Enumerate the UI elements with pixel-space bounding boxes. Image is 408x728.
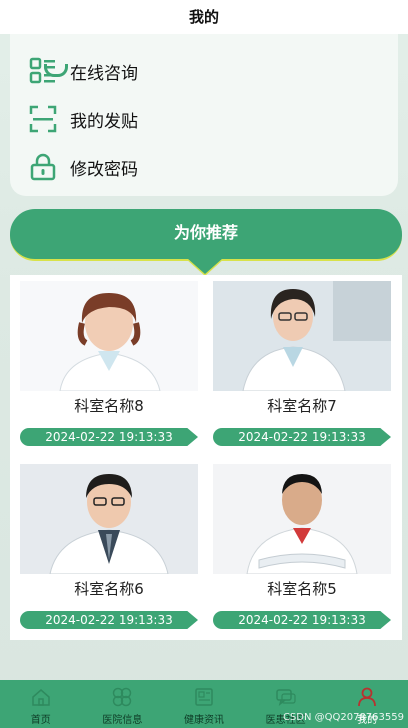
doctor-date-badge: 2024-02-22 19:13:33 (213, 611, 391, 629)
menu-item-label: 在线咨询 (70, 63, 138, 84)
menu-item-label: 我的发贴 (70, 111, 138, 132)
menu-item-label: 修改密码 (70, 159, 138, 180)
menu-item-my-posts[interactable]: 我的发贴 (28, 99, 368, 139)
nav-item-hospital-info[interactable]: 医院信息 (82, 680, 164, 728)
doctor-name: 科室名称5 (267, 580, 337, 598)
doctor-card[interactable]: 科室名称8 2024-02-22 19:13:33 (20, 275, 200, 450)
doctor-photo (20, 281, 198, 391)
list-icon (28, 56, 58, 86)
doctor-grid: 科室名称8 2024-02-22 19:13:33 科室名称7 2024-02-… (10, 275, 402, 640)
doctor-photo (213, 464, 391, 574)
doctor-photo (20, 464, 198, 574)
doctor-name: 科室名称8 (74, 397, 144, 415)
nav-label: 医院信息 (102, 715, 143, 726)
doctor-date-badge: 2024-02-22 19:13:33 (20, 428, 198, 446)
page-title: 我的 (0, 0, 408, 34)
menu-item-consult[interactable]: 在线咨询 (28, 51, 368, 91)
banner-pointer (187, 258, 223, 274)
recommend-banner: 为你推荐 (10, 209, 402, 261)
nav-label: 健康资讯 (183, 715, 224, 726)
doctor-card[interactable]: 科室名称5 2024-02-22 19:13:33 (213, 458, 393, 633)
home-icon (32, 689, 50, 706)
nav-item-health-news[interactable]: 健康资讯 (163, 680, 245, 728)
doctor-name: 科室名称7 (267, 397, 337, 415)
user-icon (358, 687, 377, 707)
clover-icon (113, 687, 132, 707)
nav-label: 首页 (30, 715, 51, 726)
chat-icon (275, 689, 296, 706)
doctor-date-badge: 2024-02-22 19:13:33 (213, 428, 391, 446)
doctor-card[interactable]: 科室名称6 2024-02-22 19:13:33 (20, 458, 200, 633)
doctor-name: 科室名称6 (74, 580, 144, 598)
doctor-photo (213, 281, 391, 391)
lock-icon (28, 152, 58, 182)
nav-item-home[interactable]: 首页 (0, 680, 82, 728)
news-icon (195, 688, 213, 706)
menu-card: 在线咨询 我的发贴 修改密码 (10, 34, 398, 196)
doctor-card[interactable]: 科室名称7 2024-02-22 19:13:33 (213, 275, 393, 450)
doctor-date-badge: 2024-02-22 19:13:33 (20, 611, 198, 629)
watermark: CSDN @QQ2078763559 (282, 712, 404, 723)
menu-item-change-password[interactable]: 修改密码 (28, 147, 368, 187)
scan-frame-icon (28, 104, 58, 134)
